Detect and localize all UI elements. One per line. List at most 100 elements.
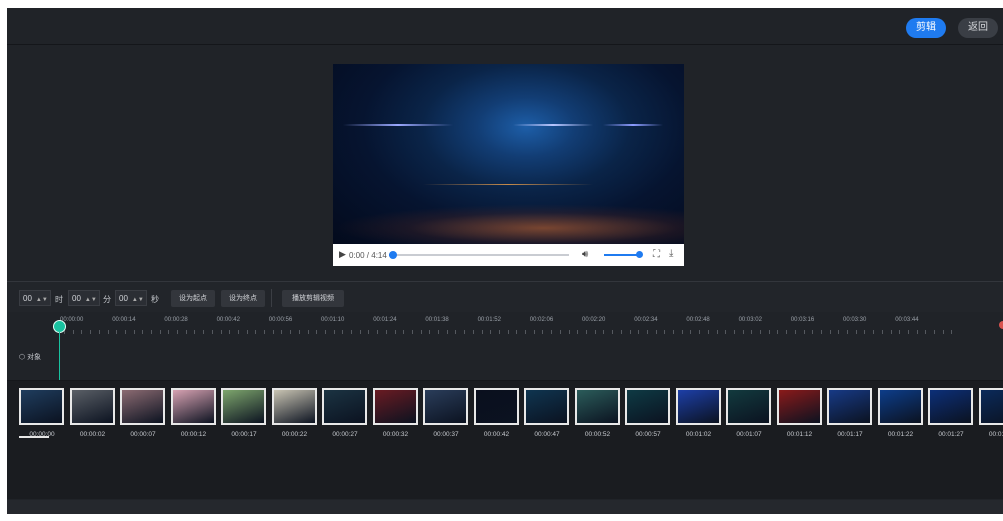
video-player[interactable] [333, 64, 684, 244]
timeline-tick [186, 330, 187, 334]
timeline-tick [194, 330, 195, 334]
minutes-unit: 分 [103, 295, 111, 304]
timeline-tick [647, 330, 648, 334]
object-track: ⬡ 对象 [7, 335, 1003, 381]
timeline-tick [864, 330, 865, 334]
timeline-tick-label: 00:01:38 [425, 317, 449, 323]
seconds-stepper[interactable]: 00 ▲▼ [115, 290, 147, 306]
thumbnail-strip: 00:00:00 00:00:02 00:00:07 00:00:12 00:00:17… [7, 381, 1003, 499]
timeline-tick [673, 330, 674, 334]
timeline-tick [203, 330, 204, 334]
stepper-arrows-icon[interactable]: ▲▼ [85, 297, 97, 303]
edit-button[interactable]: 剪辑 [906, 18, 946, 38]
timeline-tick [316, 330, 317, 334]
timeline-tick [281, 330, 282, 334]
timeline-tick [856, 330, 857, 334]
timeline-tick [247, 330, 248, 334]
frame-thumbnail[interactable] [170, 388, 216, 425]
timeline-tick [925, 330, 926, 334]
app-frame: 剪辑 返回 ▶ 0:00 / 4:14 🔊︎ ⛶ ⤓ 00 ▲▼ 时 00 ▲▼… [7, 8, 1003, 514]
timeline-tick [664, 330, 665, 334]
timeline-tick-label: 00:03:44 [895, 317, 919, 323]
volume-icon[interactable]: 🔊︎ [582, 249, 588, 260]
timeline-tick [656, 330, 657, 334]
frame-thumbnail[interactable] [978, 388, 1003, 425]
timeline-tick-label: 00:00:56 [268, 317, 293, 323]
hours-value: 00 [23, 294, 32, 303]
timeline-tick-label: 00:02:20 [582, 317, 606, 323]
timeline-tick [638, 330, 639, 334]
frame-thumbnail[interactable] [574, 388, 620, 425]
frame-thumbnail-time: 00:00:37 [433, 431, 459, 438]
timeline-tick [255, 330, 256, 334]
timeline-tick [612, 330, 613, 334]
frame-thumbnail[interactable] [928, 388, 973, 425]
volume-slider[interactable] [604, 254, 640, 256]
frame-thumbnail[interactable] [372, 388, 418, 425]
minutes-value: 00 [72, 294, 81, 303]
frame-thumbnail[interactable] [19, 388, 64, 425]
hours-stepper[interactable]: 00 ▲▼ [19, 290, 51, 306]
frame-thumbnail[interactable] [423, 388, 468, 425]
top-bar: 剪辑 返回 [7, 8, 1003, 45]
frame-thumbnail[interactable] [827, 388, 872, 425]
frame-thumbnail[interactable] [726, 388, 771, 425]
frame-thumbnail[interactable] [473, 388, 519, 425]
timeline-tick [908, 330, 909, 334]
preview-area: ▶ 0:00 / 4:14 🔊︎ ⛶ ⤓ [7, 45, 1003, 280]
timeline-tick [734, 330, 735, 334]
timeline-tick [412, 330, 413, 334]
frame-thumbnail-time: 00:01:02 [685, 431, 712, 438]
frame-thumbnail[interactable] [675, 388, 721, 425]
timeline-tick-label: 00:02:48 [686, 317, 710, 323]
frame-thumbnail[interactable] [322, 388, 367, 425]
timeline-tick [621, 330, 622, 334]
timeline-ruler[interactable]: 00:00:00 00:00:14 00:00:28 00:00:42 00:00:56… [7, 312, 1003, 334]
timeline-tick [447, 330, 448, 334]
frame-thumbnail[interactable] [877, 388, 923, 425]
progress-knob[interactable] [388, 251, 397, 259]
timeline-tick [812, 330, 813, 334]
timeline-tick [290, 330, 291, 334]
progress-slider[interactable] [388, 251, 569, 259]
timeline-tick-label: 00:01:10 [321, 317, 345, 323]
timeline-tick [830, 330, 831, 334]
timeline-tick [229, 330, 230, 334]
back-button[interactable]: 返回 [958, 18, 998, 38]
minutes-stepper[interactable]: 00 ▲▼ [68, 290, 100, 306]
timeline-tick [151, 330, 152, 334]
timeline-tick [90, 330, 91, 334]
play-clip-button[interactable]: 播放剪辑视频 [282, 290, 344, 307]
frame-thumbnail[interactable] [776, 388, 822, 425]
frame-thumbnail-time: 00:00:17 [231, 431, 257, 438]
download-icon[interactable]: ⤓ [669, 248, 673, 259]
timeline-tick [490, 330, 491, 334]
timeline-tick [847, 330, 848, 334]
frame-thumbnail[interactable] [69, 388, 115, 425]
timeline-tick [560, 330, 561, 334]
fullscreen-icon[interactable]: ⛶ [653, 249, 660, 260]
set-end-button[interactable]: 设为终点 [221, 290, 265, 307]
frame-thumbnail[interactable] [120, 388, 165, 425]
stepper-arrows-icon[interactable]: ▲▼ [132, 297, 144, 303]
frame-thumbnail[interactable] [625, 388, 670, 425]
frame-thumbnail[interactable] [271, 388, 317, 425]
frame-thumbnail[interactable] [524, 388, 569, 425]
frame-thumbnail-time: 00:00:00 [29, 431, 55, 438]
timeline-tick [464, 330, 465, 334]
set-start-button[interactable]: 设为起点 [171, 290, 215, 307]
frame-thumbnail-time: 00:00:02 [79, 431, 106, 438]
stepper-arrows-icon[interactable]: ▲▼ [36, 297, 48, 303]
volume-knob[interactable] [636, 251, 643, 258]
timeline-tick [542, 330, 543, 334]
timeline-tick [717, 330, 718, 334]
timeline-tick-label: 00:03:16 [790, 317, 815, 323]
frame-thumbnail[interactable] [221, 388, 266, 425]
video-orange-line [423, 184, 593, 185]
timeline-tick [395, 330, 396, 334]
end-marker[interactable] [999, 321, 1003, 329]
timeline-tick [690, 330, 691, 334]
object-track-label: ⬡ 对象 [19, 354, 42, 361]
frame-thumbnail-time: 00:01:32 [988, 431, 1003, 438]
play-icon[interactable]: ▶ [339, 249, 346, 260]
